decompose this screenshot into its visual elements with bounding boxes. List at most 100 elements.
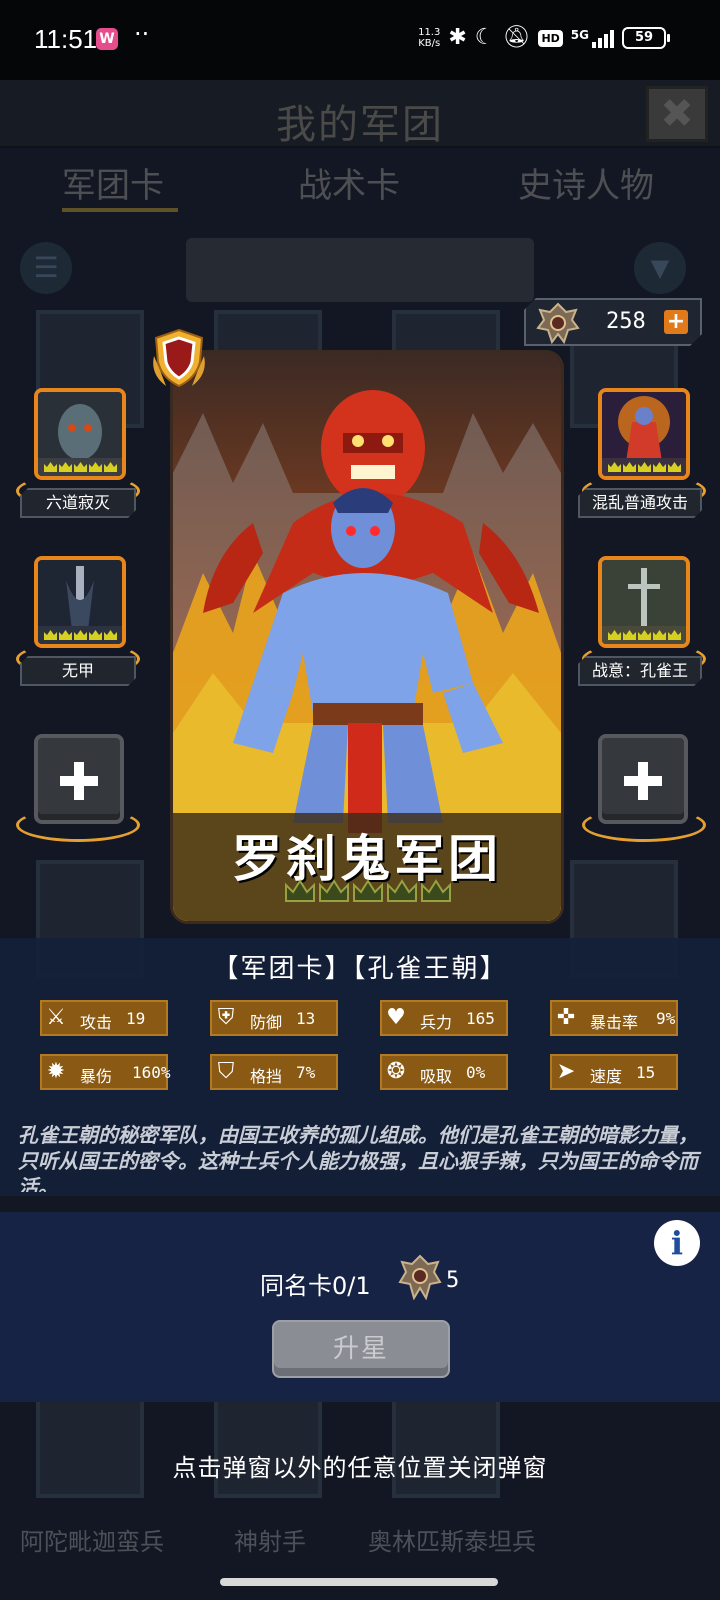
- stat-crit-rate: ✜ 暴击率 9%: [550, 1000, 678, 1036]
- tab-underline: [62, 208, 178, 212]
- network-speed-unit: KB/s: [418, 38, 441, 49]
- legion-card[interactable]: 罗刹鬼军团: [170, 350, 564, 924]
- skill-slot-left-2[interactable]: [34, 556, 126, 648]
- crown-icon: [59, 630, 72, 640]
- more-notifications-icon: ··: [134, 20, 150, 48]
- burst-icon: ✹: [46, 1059, 66, 1084]
- skill-star-rating: [44, 462, 117, 472]
- stat-block: ⛉ 格挡 7%: [210, 1054, 338, 1090]
- faction-title: 【军团卡】【孔雀王朝】: [212, 954, 508, 984]
- signal-icon: 5G: [571, 28, 614, 48]
- crown-icon: [59, 462, 72, 472]
- search-bar: [186, 238, 534, 302]
- stat-label: 防御: [250, 1013, 283, 1032]
- crown-icon: [638, 462, 651, 472]
- skill-slot-left-1[interactable]: [34, 388, 126, 480]
- moon-icon: ☾: [474, 25, 495, 50]
- stat-troops: ♥ 兵力 165: [380, 1000, 508, 1036]
- crown-icon: [319, 879, 349, 902]
- legion-emblem-icon: [536, 302, 580, 344]
- page-title: 我的军团: [276, 102, 444, 148]
- sword-icon: ⚔: [46, 1005, 66, 1030]
- crown-icon: [104, 462, 117, 472]
- stat-value: 15: [636, 1063, 656, 1082]
- skill-slot-right-2[interactable]: [598, 556, 690, 648]
- crown-icon: [668, 462, 681, 472]
- info-button[interactable]: i: [654, 1220, 700, 1266]
- stat-value: 19: [126, 1009, 146, 1028]
- legion-emblem-icon: [398, 1254, 442, 1300]
- tab-legion-cards: 军团卡: [62, 166, 164, 206]
- plus-icon-vertical: [638, 762, 648, 800]
- skill-star-rating: [608, 630, 681, 640]
- crown-icon: [653, 630, 666, 640]
- network-type: 5G: [570, 28, 589, 42]
- stat-attack: ⚔ 攻击 19: [40, 1000, 168, 1036]
- crown-icon: [89, 630, 102, 640]
- status-indicators: 11.3 KB/s ✱ ☾ 🔕︎ HD 5G 59: [418, 25, 670, 50]
- close-hint: 点击弹窗以外的任意位置关闭弹窗: [172, 1454, 548, 1482]
- star-up-button[interactable]: 升星: [272, 1320, 450, 1378]
- network-speed-value: 11.3: [418, 27, 441, 38]
- stat-value: 13: [296, 1009, 316, 1028]
- stat-value: 0%: [466, 1063, 486, 1082]
- background-card-name: 阿陀毗迦蛮兵: [20, 1528, 164, 1556]
- stat-label: 格挡: [250, 1067, 283, 1086]
- stat-defense: ⛨ 防御 13: [210, 1000, 338, 1036]
- battery-icon: 59: [622, 27, 670, 49]
- card-description: 孔雀王朝的秘密军队，由国王收养的孤儿组成。他们是孔雀王朝的暗影力量，只听从国王的…: [18, 1123, 698, 1192]
- parry-icon: ⛉: [217, 1059, 235, 1084]
- crown-icon: [104, 630, 117, 640]
- network-speed: 11.3 KB/s: [418, 27, 440, 49]
- card-info-panel: 【军团卡】【孔雀王朝】 ⚔ 攻击 19 ⛨ 防御 13 ♥ 兵力 165 ✜ 暴…: [0, 938, 720, 1196]
- crown-icon: [623, 630, 636, 640]
- skill-label-right-2: 战意：孔雀王: [578, 656, 702, 686]
- crown-icon: [608, 462, 621, 472]
- heart-icon: ♥: [386, 1005, 406, 1030]
- crown-icon: [608, 630, 621, 640]
- stat-value: 9%: [656, 1009, 676, 1028]
- crosshair-icon: ✜: [556, 1005, 576, 1030]
- crown-icon: [44, 462, 57, 472]
- close-icon: ✖: [646, 86, 708, 142]
- bluetooth-icon: ✱: [448, 25, 467, 50]
- stat-label: 兵力: [420, 1013, 453, 1032]
- drain-icon: ❂: [386, 1059, 406, 1084]
- list-view-icon: ☰: [20, 242, 72, 294]
- skill-label-right-1: 混乱普通攻击: [578, 488, 702, 518]
- same-card-count: 同名卡0/1: [260, 1272, 371, 1300]
- crown-icon: [44, 630, 57, 640]
- skill-slot-right-1[interactable]: [598, 388, 690, 480]
- crown-icon: [74, 462, 87, 472]
- upgrade-panel: i 同名卡0/1 5 升星: [0, 1212, 720, 1402]
- crown-icon: [668, 630, 681, 640]
- currency-counter: 258 +: [524, 298, 702, 346]
- hd-badge: HD: [538, 29, 563, 47]
- crown-icon: [623, 462, 636, 472]
- boot-icon: ➤: [556, 1059, 576, 1084]
- crown-icon: [387, 879, 417, 902]
- plus-icon-vertical: [74, 762, 84, 800]
- stat-label: 速度: [590, 1067, 623, 1086]
- tab-tactic-cards: 战术卡: [298, 166, 400, 206]
- app-notification-icon: W: [96, 28, 118, 50]
- status-time: 11:51: [34, 24, 98, 54]
- skill-star-rating: [44, 630, 117, 640]
- add-currency-button[interactable]: +: [664, 310, 688, 334]
- home-indicator[interactable]: [220, 1578, 498, 1586]
- add-skill-right-button[interactable]: [598, 734, 688, 824]
- crown-icon: [653, 462, 666, 472]
- rank-shield-icon: [153, 328, 205, 388]
- mute-bell-icon: 🔕︎: [502, 25, 531, 50]
- tab-epic-characters: 史诗人物: [518, 166, 654, 206]
- add-skill-left-button[interactable]: [34, 734, 124, 824]
- stat-label: 攻击: [80, 1013, 113, 1032]
- shield-icon: ⛨: [217, 1005, 235, 1030]
- crown-icon: [638, 630, 651, 640]
- stat-value: 7%: [296, 1063, 316, 1082]
- stat-value: 160%: [132, 1063, 171, 1082]
- stat-value: 165: [466, 1009, 495, 1028]
- filter-icon: ▼: [634, 242, 686, 294]
- stat-label: 吸取: [420, 1067, 453, 1086]
- currency-value: 258: [606, 309, 646, 334]
